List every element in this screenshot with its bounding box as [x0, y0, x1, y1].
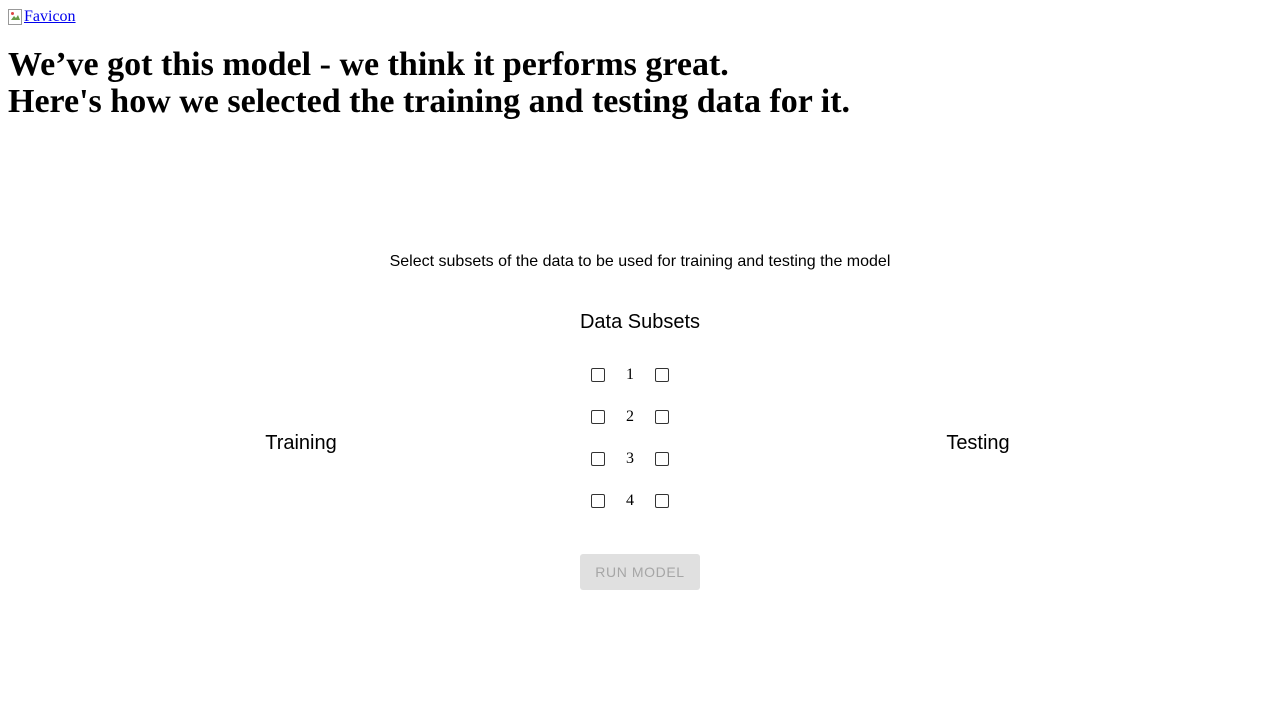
subset-row: 4 — [584, 488, 696, 514]
subset-number: 1 — [626, 366, 634, 383]
training-checkbox[interactable] — [591, 452, 605, 466]
subset-number: 4 — [626, 492, 634, 509]
testing-checkbox[interactable] — [655, 368, 669, 382]
favicon-link[interactable]: Favicon — [8, 8, 76, 26]
training-checkbox[interactable] — [591, 494, 605, 508]
subset-number: 3 — [626, 450, 634, 467]
page-title: We’ve got this model - we think it perfo… — [8, 46, 850, 120]
subset-row: 1 — [584, 362, 696, 388]
training-checkbox[interactable] — [591, 410, 605, 424]
run-model-button[interactable]: RUN MODEL — [580, 554, 700, 590]
training-label: Training — [265, 432, 337, 454]
testing-label: Testing — [946, 432, 1010, 454]
headline-line-1: We’ve got this model - we think it perfo… — [8, 46, 729, 83]
training-checkbox[interactable] — [591, 368, 605, 382]
instructions-text: Select subsets of the data to be used fo… — [389, 253, 891, 270]
favicon-alt-text[interactable]: Favicon — [24, 8, 76, 26]
testing-checkbox[interactable] — [655, 410, 669, 424]
broken-image-icon — [8, 9, 22, 25]
subset-row: 3 — [584, 446, 696, 472]
testing-checkbox[interactable] — [655, 452, 669, 466]
subset-row: 2 — [584, 404, 696, 430]
page: Favicon We’ve got this model - we think … — [0, 0, 1280, 720]
subset-number: 2 — [626, 408, 634, 425]
headline-line-2: Here's how we selected the training and … — [8, 83, 851, 120]
testing-checkbox[interactable] — [655, 494, 669, 508]
subset-list: 1 2 3 4 — [584, 362, 696, 530]
data-subsets-title: Data Subsets — [579, 311, 701, 333]
